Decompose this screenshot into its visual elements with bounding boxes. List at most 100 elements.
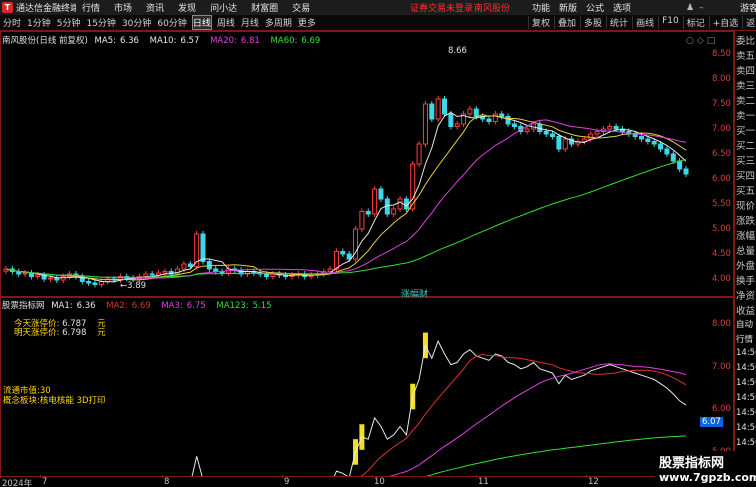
candle-body-59 — [378, 188, 384, 200]
main-y-tick-9: 4.00 — [712, 274, 731, 284]
ma2-line — [359, 353, 687, 477]
candle-body-62 — [397, 198, 403, 210]
tool-button-7[interactable]: +自选 — [708, 16, 742, 29]
date-tick-6 — [586, 475, 587, 478]
candle-body-31 — [200, 233, 206, 262]
side-item-12[interactable]: 涨跌 — [736, 213, 755, 227]
menu-item-quotes[interactable]: 行情 — [82, 1, 100, 14]
date-tick-2 — [162, 475, 163, 478]
candle-body-82 — [524, 128, 530, 132]
menu-item-wealth[interactable]: 财富圈 — [251, 1, 278, 14]
period-tab-10[interactable]: 更多 — [298, 16, 316, 29]
tool-button-4[interactable]: 画线 — [632, 16, 657, 29]
period-tab-3[interactable]: 15分钟 — [86, 16, 115, 29]
candle-body-88 — [562, 138, 568, 150]
side-item-17[interactable]: 净资 — [736, 288, 755, 302]
tool-button-2[interactable]: 多股 — [580, 16, 605, 29]
side-item-1[interactable]: 卖五 — [736, 48, 755, 62]
guest-label[interactable]: 游客 — [740, 1, 756, 14]
candle-body-68 — [435, 98, 441, 120]
side-item-10[interactable]: 买五 — [736, 183, 755, 197]
side-item-14[interactable]: 总量 — [736, 243, 755, 257]
period-tab-0[interactable]: 分时 — [3, 16, 21, 29]
side-item-24[interactable]: 14:50 — [736, 393, 756, 403]
side-item-22[interactable]: 14:50 — [736, 363, 756, 373]
side-item-27[interactable]: 14:50 — [736, 438, 756, 448]
candle-body-79 — [505, 116, 511, 125]
side-item-16[interactable]: 换手 — [736, 273, 755, 287]
main-y-tick-8: 4.50 — [712, 249, 731, 259]
side-item-18[interactable]: 收益 — [736, 303, 755, 317]
period-tab-5[interactable]: 60分钟 — [157, 16, 186, 29]
side-item-11[interactable]: 现价 — [736, 198, 755, 212]
side-item-0[interactable]: 委比 — [736, 33, 755, 47]
candle-body-29 — [187, 263, 193, 267]
date-label-4: 10 — [374, 477, 385, 487]
tool-button-8[interactable]: 返回 — [742, 16, 756, 29]
candle-body-102 — [651, 141, 657, 145]
side-item-20[interactable]: 行情 — [736, 333, 753, 345]
candle-body-3 — [22, 272, 28, 275]
side-item-19[interactable]: 自动 — [736, 318, 753, 330]
menu-item-newversion[interactable]: 新版 — [559, 1, 577, 14]
main-y-tick-7: 5.00 — [712, 224, 731, 234]
side-item-25[interactable]: 14:50 — [736, 408, 756, 418]
minimize-icon[interactable]: – — [699, 3, 704, 13]
menu-item-function[interactable]: 功能 — [532, 1, 550, 14]
side-item-3[interactable]: 卖三 — [736, 78, 755, 92]
tool-button-1[interactable]: 叠加 — [554, 16, 579, 29]
side-item-26[interactable]: 14:50 — [736, 423, 756, 433]
side-item-5[interactable]: 卖一 — [736, 108, 755, 122]
candle-body-67 — [429, 103, 435, 120]
period-tab-4[interactable]: 30分钟 — [122, 16, 151, 29]
menu-item-market[interactable]: 市场 — [114, 1, 132, 14]
date-tick-0 — [0, 475, 1, 478]
candle-body-8 — [54, 277, 60, 281]
side-item-23[interactable]: 14:50 — [736, 378, 756, 388]
side-item-13[interactable]: 涨幅 — [736, 228, 755, 242]
side-item-8[interactable]: 买三 — [736, 153, 755, 167]
side-item-15[interactable]: 外盘 — [736, 258, 755, 272]
side-item-6[interactable]: 买一 — [736, 123, 755, 137]
chart-tools: 复权叠加多股统计画线F10标记+自选返回 — [528, 16, 756, 29]
menu-item-news[interactable]: 资讯 — [146, 1, 164, 14]
menu-item-formula[interactable]: 公式 — [586, 1, 604, 14]
candle-body-13 — [86, 281, 92, 284]
login-notice[interactable]: 证券交易未登录 — [410, 1, 473, 14]
menu-item-discover[interactable]: 发现 — [178, 1, 196, 14]
watermark: 股票指标网 www.7gpzb.com — [655, 451, 756, 487]
date-label-3: 9 — [284, 477, 290, 487]
candle-body-93 — [594, 131, 600, 135]
menu-item-options[interactable]: 选项 — [613, 1, 631, 14]
candle-body-74 — [473, 108, 479, 117]
candlestick-chart[interactable] — [0, 31, 734, 297]
side-item-21[interactable]: 14:50 — [736, 348, 756, 358]
period-tab-2[interactable]: 5分钟 — [57, 16, 81, 29]
side-item-9[interactable]: 买四 — [736, 168, 755, 182]
side-item-2[interactable]: 卖四 — [736, 63, 755, 77]
date-axis: 2024年 7 8 9 10 11 12 — [0, 475, 734, 487]
tool-button-0[interactable]: 复权 — [528, 16, 553, 29]
menu-item-trade[interactable]: 交易 — [292, 1, 310, 14]
period-tab-9[interactable]: 多周期 — [265, 16, 292, 29]
high-label: 8.66 — [448, 46, 467, 56]
tool-button-3[interactable]: 统计 — [606, 16, 631, 29]
candle-body-85 — [543, 131, 549, 135]
indicator-chart[interactable] — [0, 297, 734, 477]
candle-body-87 — [556, 136, 562, 150]
candle-body-96 — [613, 126, 619, 130]
candle-body-57 — [365, 211, 371, 215]
quote-side-panel[interactable]: 委比 卖五 卖四 卖三 卖二 卖一 买一 买二 买三 买四 买五 现价 涨跌 涨幅 总量 外盘 换手 净资 收益 自动… — [734, 31, 756, 487]
watermark-url: www.7gpzb.com — [659, 471, 756, 484]
period-tab-7[interactable]: 周线 — [217, 16, 235, 29]
tool-button-5[interactable]: F10 — [658, 16, 682, 29]
date-label-6: 12 — [588, 477, 599, 487]
tool-button-6[interactable]: 标记 — [682, 16, 708, 29]
menu-item-ask[interactable]: 问小达 — [210, 1, 237, 14]
side-item-7[interactable]: 买二 — [736, 138, 755, 152]
period-tab-1[interactable]: 1分钟 — [27, 16, 51, 29]
user-icon[interactable]: ♟ — [686, 3, 694, 13]
period-tab-8[interactable]: 月线 — [241, 16, 259, 29]
period-tab-6[interactable]: 日线 — [191, 15, 212, 30]
side-item-4[interactable]: 卖二 — [736, 93, 755, 107]
